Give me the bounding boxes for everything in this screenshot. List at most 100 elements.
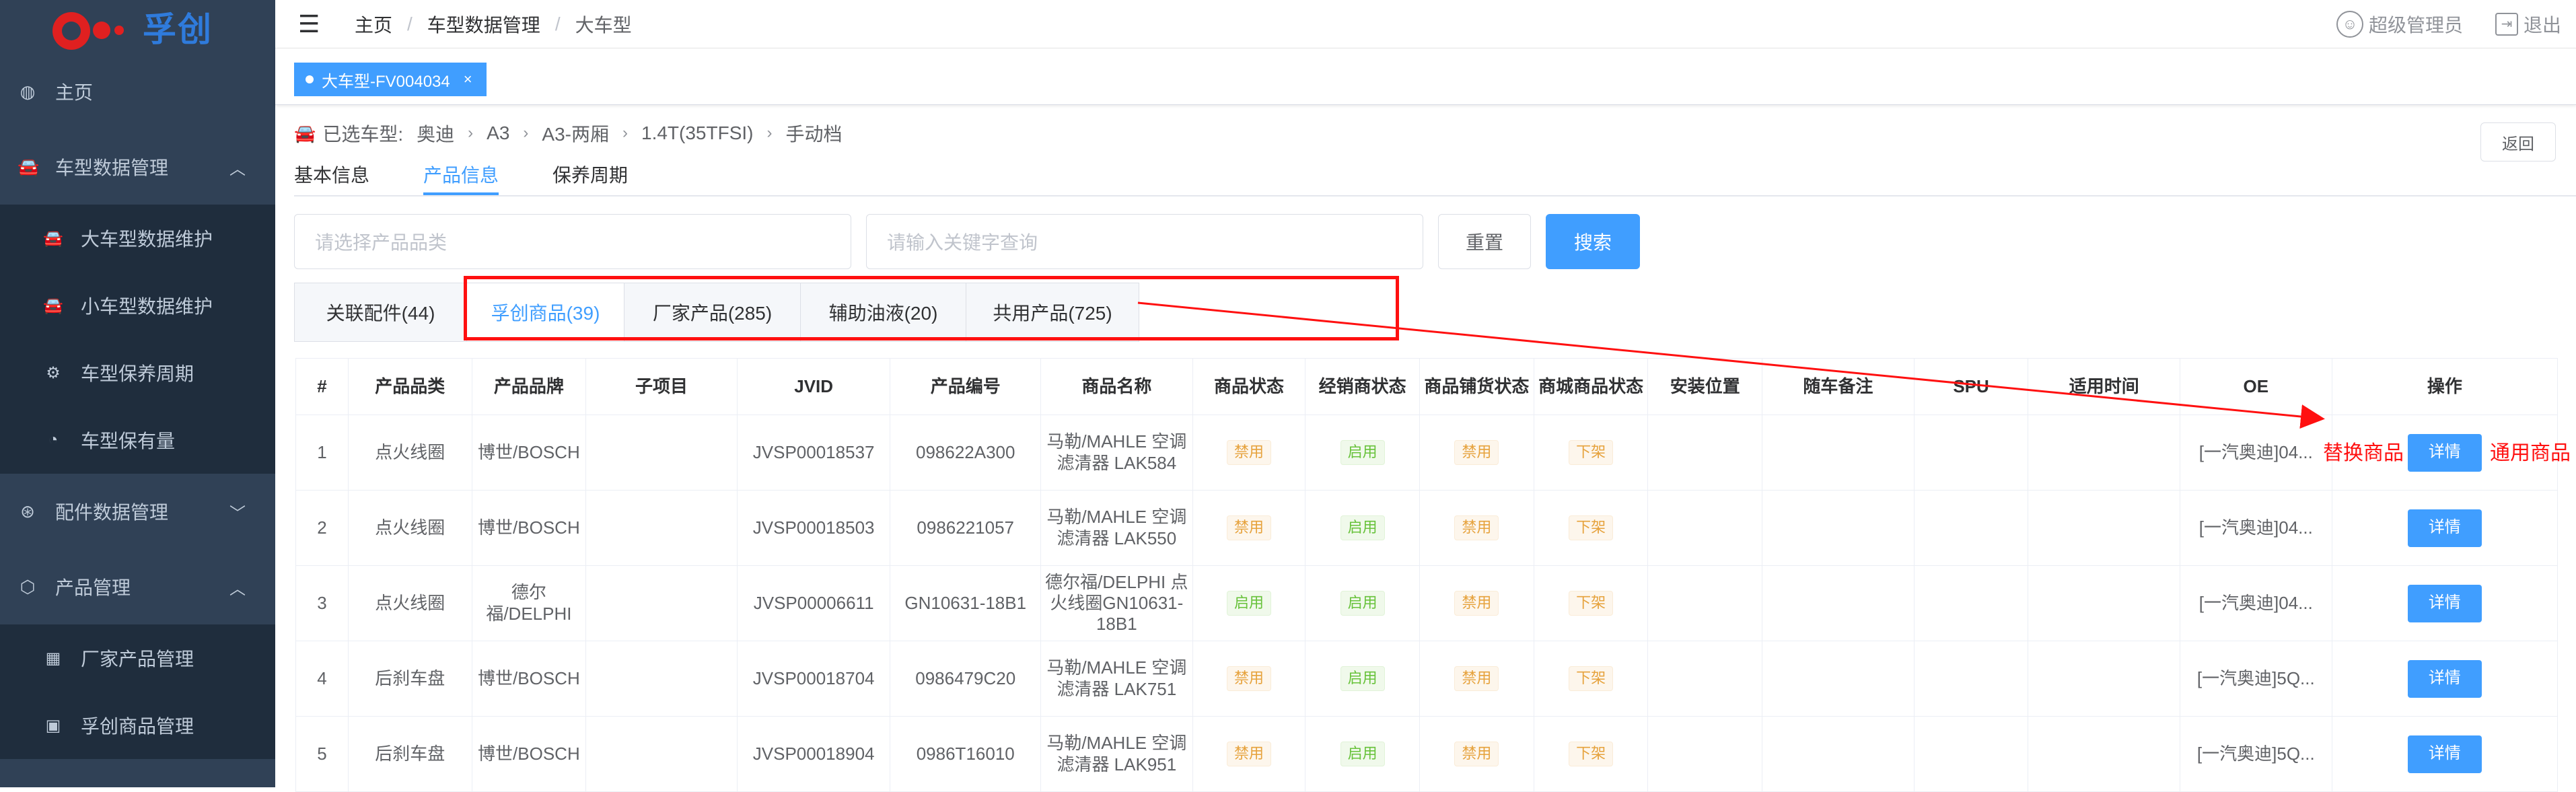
column-header: 子项目 — [586, 359, 738, 415]
table-cell-s4: 下架 — [1534, 641, 1649, 717]
table-header-row: # 产品品类 产品品牌 子项目 JVID 产品编号 商品名称 商品状态 经销商状态 商品铺货状态商… — [296, 359, 2559, 415]
status-badge: 禁用 — [1454, 591, 1499, 616]
back-button[interactable]: 返回 — [2480, 122, 2556, 161]
table-cell-oe: [一汽奥迪]5Q... — [2180, 641, 2332, 717]
sidebar-item-0[interactable]: ◍ 主页 — [0, 54, 275, 129]
logout-link[interactable]: 退出 — [2524, 11, 2561, 38]
detail-button[interactable]: 详情 — [2407, 584, 2482, 622]
chevron-down-icon: ﹀ — [229, 504, 246, 523]
table-cell-name: 马勒/MAHLE 空调滤清器 LAK550 — [1041, 491, 1193, 566]
cell-text: 博世/BOSCH — [478, 517, 580, 538]
user-name[interactable]: 超级管理员 — [2369, 11, 2463, 38]
table-cell-s2: 启用 — [1305, 641, 1421, 717]
cell-text: 点火线圈 — [375, 517, 445, 538]
table-cell-note — [1762, 566, 1915, 641]
tag-active[interactable]: 大车型-FV004034 × — [294, 63, 487, 96]
status-badge: 启用 — [1226, 591, 1271, 616]
tab-basic-info[interactable]: 基本信息 — [294, 153, 369, 195]
detail-button[interactable]: 详情 — [2407, 433, 2482, 472]
table-cell-name: 马勒/MAHLE 空调滤清器 LAK951 — [1041, 717, 1193, 792]
tag-close-icon[interactable]: × — [464, 71, 472, 88]
table-cell-actions: 详情 — [2332, 566, 2559, 641]
chevron-right-icon: › — [523, 124, 529, 142]
cell-text: 马勒/MAHLE 空调滤清器 LAK751 — [1046, 657, 1187, 699]
table-cell-spu — [1914, 566, 2029, 641]
sidebar-subitem-label: 孚创商品管理 — [81, 716, 194, 737]
column-header: 产品品牌 — [472, 359, 587, 415]
table-cell-pos — [1648, 566, 1763, 641]
status-badge: 启用 — [1340, 591, 1385, 616]
sidebar-item-3[interactable]: ⬡ 产品管理 ︿ — [0, 549, 275, 624]
tag-label: 大车型-FV004034 — [322, 72, 450, 91]
tags-view: 大车型-FV004034 × — [275, 48, 2576, 105]
detail-button[interactable]: 详情 — [2407, 659, 2482, 698]
status-badge: 禁用 — [1454, 440, 1499, 465]
detail-button[interactable]: 详情 — [2407, 509, 2482, 547]
table-cell-code: GN10631-18B1 — [890, 566, 1042, 641]
sidebar-subitem-1-0[interactable]: 🚘 大车型数据维护 — [0, 205, 275, 272]
tab-product-info[interactable]: 产品信息 — [423, 153, 499, 195]
category-tab-related-parts[interactable]: 关联配件(44) — [295, 283, 467, 341]
menu-toggle-icon[interactable]: ☰ — [298, 10, 325, 38]
sidebar-submenu: ▦ 厂家产品管理 ▣ 孚创商品管理 — [0, 624, 275, 759]
table-cell-code: 0986T16010 — [890, 717, 1042, 792]
table-cell-oe: [一汽奥迪]04... — [2180, 491, 2332, 566]
brand-logo[interactable]: 孚创 — [0, 0, 275, 54]
category-select[interactable]: 请选择产品品类 — [294, 214, 851, 269]
sidebar-subitem-1-3[interactable]: ◔ 车型保有量 — [0, 406, 275, 474]
cell-text: 0986T16010 — [916, 743, 1015, 764]
table-cell-no: 4 — [296, 641, 349, 717]
sidebar-item-2[interactable]: ⊛ 配件数据管理 ﹀ — [0, 474, 275, 549]
table-cell-brand: 博世/BOSCH — [472, 641, 587, 717]
logout-icon[interactable]: ⇥ — [2495, 12, 2518, 36]
table-cell-note — [1762, 641, 1915, 717]
pie-chart-icon: ◔ — [48, 431, 59, 449]
status-badge: 下架 — [1569, 591, 1614, 616]
table-cell-pos — [1648, 415, 1763, 491]
table-cell-time — [2028, 415, 2181, 491]
table-cell-code: 0986221057 — [890, 491, 1042, 566]
cell-text: 德尔福/DELPHI — [486, 582, 572, 624]
sidebar: 孚创 ◍ 主页 🚘 车型数据管理 ︿ 🚘 大车型数据维护 🚘 小车型数据维护 ⚙ 车型保养周期 ◔ 车型… — [0, 0, 275, 787]
keyword-search-input[interactable]: 请输入关键字查询 — [866, 214, 1423, 269]
filter-row: 请选择产品品类 请输入关键字查询 重置 搜索 — [294, 214, 1640, 269]
sidebar-subitem-3-0[interactable]: ▦ 厂家产品管理 — [0, 624, 275, 692]
grid-outline-icon: ▣ — [45, 716, 61, 735]
sidebar-item-1[interactable]: 🚘 车型数据管理 ︿ — [0, 129, 275, 205]
table-cell-spu — [1914, 641, 2029, 717]
table-cell-oe: [一汽奥迪]5Q... — [2180, 717, 2332, 792]
table-cell-jvid: JVSP00018503 — [737, 491, 891, 566]
tag-dot-icon — [306, 75, 314, 83]
search-button[interactable]: 搜索 — [1546, 214, 1640, 269]
car-icon: 🚘 — [43, 296, 63, 315]
sidebar-subitem-label: 车型保养周期 — [81, 363, 194, 384]
sidebar-subitem-3-1[interactable]: ▣ 孚创商品管理 — [0, 692, 275, 759]
table-cell-s2: 启用 — [1305, 717, 1421, 792]
sidebar-subitem-1-2[interactable]: ⚙ 车型保养周期 — [0, 339, 275, 406]
car-path-model: A3-两厢 — [542, 124, 609, 145]
table-cell-name: 马勒/MAHLE 空调滤清器 LAK584 — [1041, 415, 1193, 491]
breadcrumb-item-home[interactable]: 主页 — [355, 11, 392, 38]
table-cell-s4: 下架 — [1534, 491, 1649, 566]
car-path-series: A3 — [487, 122, 510, 143]
user-avatar-icon[interactable]: ☺ — [2336, 10, 2363, 38]
table-row: 5 后刹车盘 博世/BOSCH JVSP00018904 0986T16010 马勒/MA… — [296, 717, 2559, 792]
column-header: 安装位置 — [1648, 359, 1763, 415]
cell-text: JVSP00018704 — [752, 668, 875, 688]
sidebar-item-label: 车型数据管理 — [55, 157, 169, 178]
sidebar-subitem-1-1[interactable]: 🚘 小车型数据维护 — [0, 272, 275, 339]
table-cell-sub — [586, 641, 738, 717]
status-badge: 下架 — [1569, 440, 1614, 465]
detail-button[interactable]: 详情 — [2407, 735, 2482, 773]
column-header: # — [296, 359, 349, 415]
breadcrumb-item-vehicle-data[interactable]: 车型数据管理 — [427, 11, 540, 38]
tab-maintenance-cycle[interactable]: 保养周期 — [552, 153, 628, 195]
table-cell-actions: 详情 — [2332, 717, 2559, 792]
table-cell-s2: 启用 — [1305, 415, 1421, 491]
reset-button[interactable]: 重置 — [1438, 214, 1531, 269]
table-cell-s1: 禁用 — [1192, 641, 1306, 717]
cell-text: [一汽奥迪]5Q... — [2196, 668, 2315, 688]
table-cell-note — [1762, 717, 1915, 792]
chevron-right-icon: › — [468, 124, 474, 142]
table-cell-code: 0986479C20 — [890, 641, 1042, 717]
